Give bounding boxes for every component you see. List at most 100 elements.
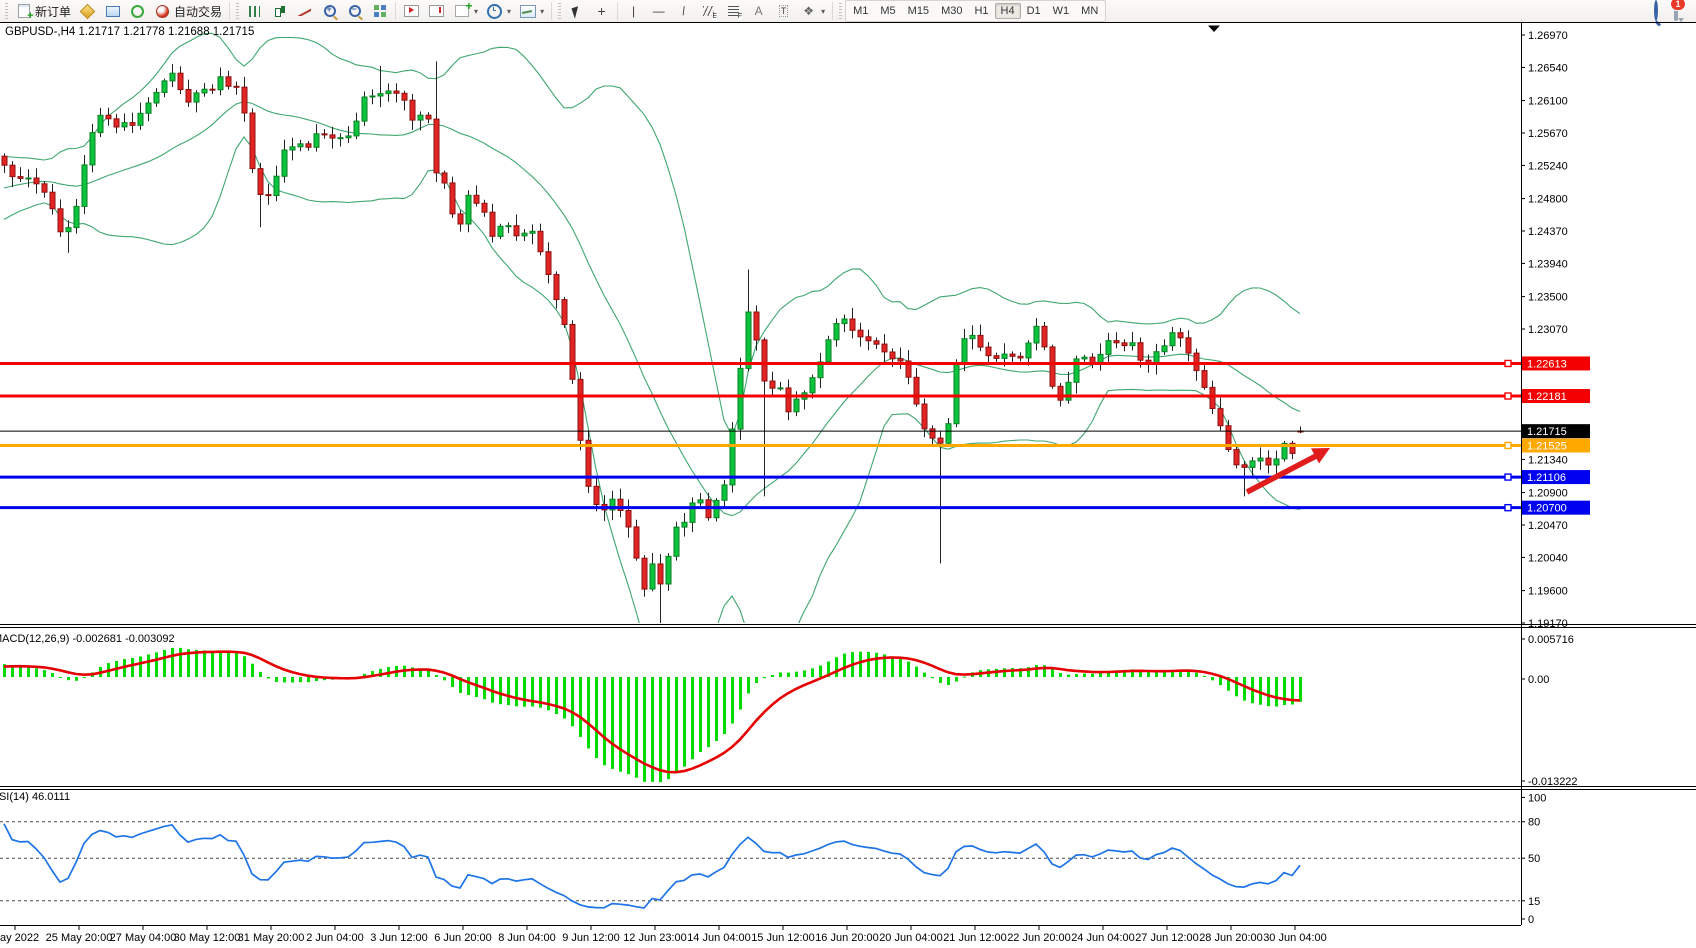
time-axis[interactable]: May 202225 May 20:0027 May 04:0030 May 1… [0, 926, 1327, 945]
chart-canvas[interactable]: 1.226131.221811.215251.211061.207001.217… [0, 22, 1696, 948]
timeframe-m1[interactable]: M1 [847, 3, 874, 19]
svg-text:27 Jun 12:00: 27 Jun 12:00 [1135, 932, 1199, 944]
template-icon [519, 3, 536, 19]
timeframe-m15[interactable]: M15 [902, 3, 935, 19]
toolbar-grip[interactable] [558, 3, 561, 19]
trendline-tool-button[interactable]: / [671, 0, 696, 22]
svg-text:1.19600: 1.19600 [1528, 586, 1568, 598]
timeframe-w1[interactable]: W1 [1047, 3, 1076, 19]
text-tool-button[interactable]: A [746, 0, 771, 22]
new-order-icon [15, 3, 32, 19]
svg-text:16 Jun 20:00: 16 Jun 20:00 [815, 932, 879, 944]
shift-marker [1208, 26, 1220, 33]
svg-text:1.20040: 1.20040 [1528, 552, 1568, 564]
level-lines[interactable]: 1.226131.221811.215251.211061.20700 [0, 356, 1590, 514]
svg-text:-0.013222: -0.013222 [1528, 776, 1578, 788]
svg-text:30 May 12:00: 30 May 12:00 [174, 932, 241, 944]
vertical-line-icon: | [625, 3, 642, 19]
svg-text:1.20700: 1.20700 [1527, 503, 1567, 515]
crosshair-tool-button[interactable]: + [589, 0, 614, 22]
chevron-down-icon: ▾ [540, 7, 544, 16]
svg-text:25 May 20:00: 25 May 20:00 [46, 932, 113, 944]
trendline-icon: / [675, 3, 692, 19]
chart-shift-button[interactable] [424, 0, 449, 22]
chart-shift-icon [428, 3, 445, 19]
chevron-down-icon: ▾ [821, 7, 825, 16]
svg-text:1.24370: 1.24370 [1528, 226, 1568, 238]
svg-text:0: 0 [1528, 914, 1534, 926]
line-chart-button[interactable] [292, 0, 317, 22]
svg-text:1.25240: 1.25240 [1528, 160, 1568, 172]
timeframe-mn[interactable]: MN [1075, 3, 1104, 19]
price-axis[interactable]: 1.269701.265401.261001.256701.252401.248… [1521, 30, 1568, 630]
signals-button[interactable] [125, 0, 150, 22]
svg-text:50: 50 [1528, 853, 1540, 865]
zoom-in-icon: + [321, 3, 338, 19]
vertical-line-tool-button[interactable]: | [621, 0, 646, 22]
svg-text:1.24800: 1.24800 [1528, 194, 1568, 206]
svg-text:1.21525: 1.21525 [1527, 440, 1567, 452]
svg-text:1.21340: 1.21340 [1528, 454, 1568, 466]
timeframe-h4[interactable]: H4 [995, 3, 1021, 19]
horizontal-line-tool-button[interactable]: — [646, 0, 671, 22]
channel-tool-button[interactable]: E [696, 0, 721, 22]
timeframe-m30[interactable]: M30 [935, 3, 968, 19]
rsi-axis[interactable]: 1008050150 [1521, 792, 1546, 926]
auto-scroll-icon [403, 3, 420, 19]
trend-arrow[interactable] [1247, 448, 1330, 492]
search-button[interactable] [1654, 2, 1658, 20]
rsi-panel [0, 822, 1521, 908]
svg-text:21 Jun 12:00: 21 Jun 12:00 [943, 932, 1007, 944]
templates-button[interactable]: ▾ [515, 0, 548, 22]
svg-text:20 Jun 04:00: 20 Jun 04:00 [879, 932, 943, 944]
notification-badge: 1 [1670, 0, 1686, 11]
market-watch-button[interactable] [75, 0, 100, 22]
bar-chart-button[interactable] [242, 0, 267, 22]
periods-button[interactable]: ▾ [482, 0, 515, 22]
crosshair-icon: + [593, 3, 610, 19]
terminal-button[interactable] [100, 0, 125, 22]
add-indicator-button[interactable]: ▾ [449, 0, 482, 22]
fibonacci-tool-button[interactable]: F [721, 0, 746, 22]
svg-text:1.21106: 1.21106 [1527, 472, 1566, 484]
toolbar-grip[interactable] [5, 3, 8, 19]
timeframe-m5[interactable]: M5 [874, 3, 901, 19]
svg-text:12 Jun 23:00: 12 Jun 23:00 [623, 932, 687, 944]
fibonacci-icon: F [725, 3, 742, 19]
search-icon [1654, 0, 1658, 21]
main-toolbar: 新订单 自动交易 + − ▾ ▾ ▾ + | — / E F A T ❖▾ [0, 0, 1696, 22]
cursor-tool-button[interactable] [564, 0, 589, 22]
candlestick-chart-button[interactable] [267, 0, 292, 22]
autotrade-label: 自动交易 [174, 3, 222, 20]
arrows-tool-button[interactable]: ❖▾ [796, 0, 829, 22]
rsi-label: RSI(14) 46.0111 [0, 791, 70, 803]
tile-windows-button[interactable] [367, 0, 392, 22]
new-order-button[interactable]: 新订单 [11, 0, 75, 22]
svg-text:9 Jun 12:00: 9 Jun 12:00 [562, 932, 620, 944]
bar-chart-icon [246, 3, 263, 19]
text-icon: A [750, 3, 767, 19]
arrows-icon: ❖ [800, 3, 817, 19]
zoom-out-button[interactable]: − [342, 0, 367, 22]
line-chart-icon [296, 3, 313, 19]
svg-text:6 Jun 20:00: 6 Jun 20:00 [434, 932, 492, 944]
autotrade-button[interactable]: 自动交易 [150, 0, 226, 22]
timeframe-d1[interactable]: D1 [1021, 3, 1047, 19]
svg-text:1.23070: 1.23070 [1528, 324, 1568, 336]
toolbar-grip[interactable] [839, 3, 842, 19]
svg-text:1.20470: 1.20470 [1528, 520, 1568, 532]
chart-title: GBPUSD-,H4 1.21717 1.21778 1.21688 1.217… [5, 26, 254, 38]
auto-scroll-button[interactable] [399, 0, 424, 22]
tile-windows-icon [371, 3, 388, 19]
svg-text:1.22181: 1.22181 [1527, 391, 1567, 403]
svg-text:14 Jun 04:00: 14 Jun 04:00 [687, 932, 751, 944]
macd-axis[interactable]: 0.0057160.00-0.013222 [1521, 634, 1578, 788]
add-indicator-icon [453, 3, 470, 19]
notifications-button[interactable]: 1 [1674, 2, 1678, 20]
toolbar-grip[interactable] [236, 3, 239, 19]
zoom-in-button[interactable]: + [317, 0, 342, 22]
timeframe-h1[interactable]: H1 [968, 3, 994, 19]
text-label-tool-button[interactable]: T [771, 0, 796, 22]
mt4-window: 新订单 自动交易 + − ▾ ▾ ▾ + | — / E F A T ❖▾ [0, 0, 1696, 948]
svg-text:15 Jun 12:00: 15 Jun 12:00 [751, 932, 815, 944]
